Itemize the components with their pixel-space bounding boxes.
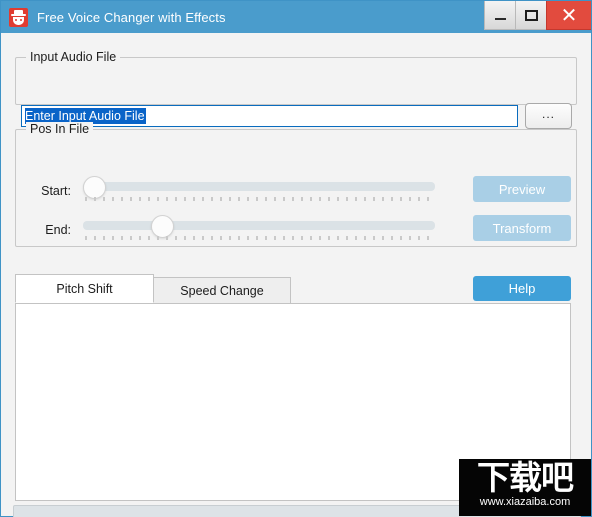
window-controls: ✕: [484, 1, 591, 33]
pos-in-file-legend: Pos In File: [26, 122, 94, 136]
maximize-icon: [524, 9, 538, 21]
minimize-icon: [494, 18, 506, 20]
input-audio-file-legend: Input Audio File: [26, 50, 121, 64]
title-bar: Free Voice Changer with Effects ✕: [1, 1, 591, 33]
start-slider-thumb[interactable]: [83, 176, 106, 199]
close-button[interactable]: ✕: [546, 1, 591, 30]
end-slider-ticks: [85, 236, 433, 240]
watermark-chinese-text: 下载吧: [477, 458, 574, 497]
help-button[interactable]: Help: [473, 276, 571, 301]
maximize-button[interactable]: [515, 1, 546, 30]
tab-pitch-shift[interactable]: Pitch Shift: [15, 274, 154, 303]
start-position-slider[interactable]: [83, 176, 435, 206]
app-logo-icon: [9, 7, 28, 27]
watermark-url: www.xiazaiba.com: [479, 496, 571, 508]
start-slider-ticks: [85, 197, 433, 201]
end-position-slider[interactable]: [83, 215, 435, 245]
preview-button[interactable]: Preview: [473, 176, 571, 202]
effect-tabs: Pitch Shift Speed Change: [15, 274, 291, 303]
end-slider-thumb[interactable]: [151, 215, 174, 238]
start-label: Start:: [41, 184, 71, 198]
site-watermark: 下载吧 www.xiazaiba.com: [459, 459, 591, 516]
input-audio-file-group: Input Audio File: [15, 50, 577, 105]
application-window: Free Voice Changer with Effects ✕ Input …: [0, 0, 592, 517]
tab-speed-change[interactable]: Speed Change: [153, 277, 291, 303]
end-slider-track[interactable]: [83, 221, 435, 230]
window-title: Free Voice Changer with Effects: [37, 9, 226, 25]
browse-file-button[interactable]: ...: [525, 103, 572, 129]
transform-button[interactable]: Transform: [473, 215, 571, 241]
end-label: End:: [45, 223, 71, 237]
client-area: Input Audio File Enter Input Audio File …: [1, 33, 591, 517]
start-slider-track[interactable]: [83, 182, 435, 191]
input-audio-file-field[interactable]: Enter Input Audio File: [21, 105, 518, 127]
minimize-button[interactable]: [484, 1, 515, 30]
